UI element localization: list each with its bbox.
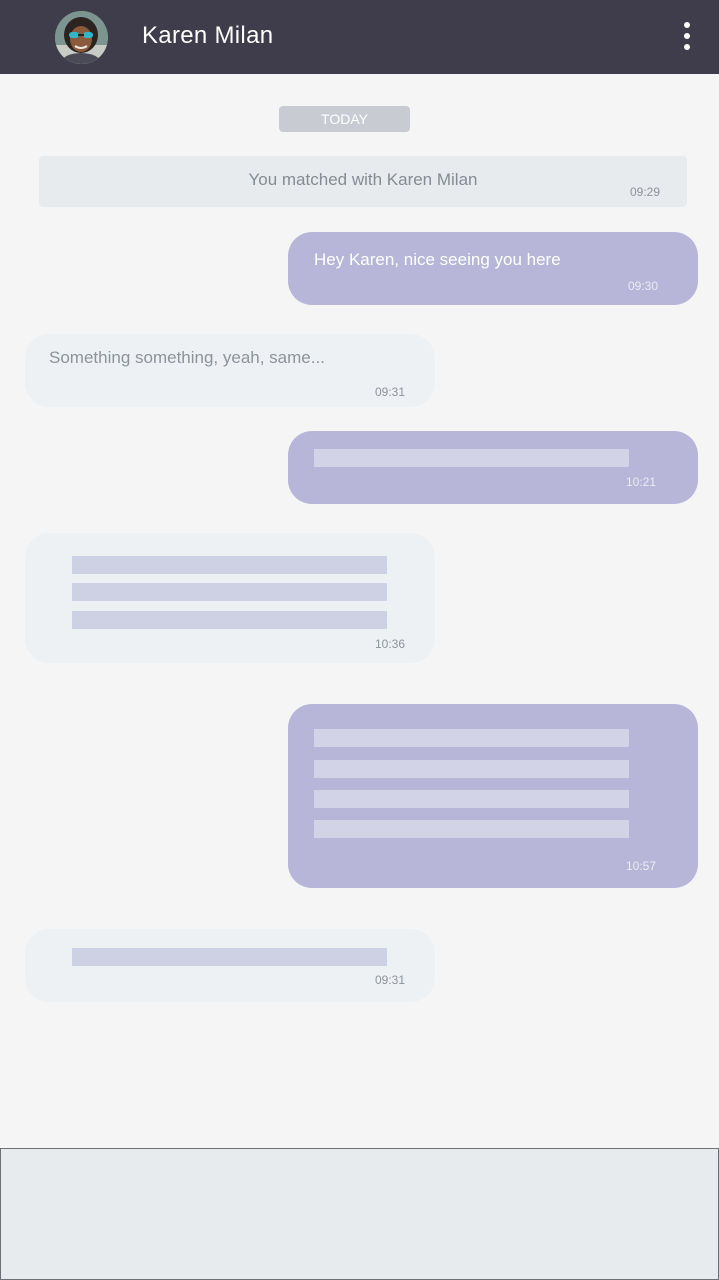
- chat-header: Karen Milan: [0, 0, 719, 74]
- incoming-message[interactable]: 09:31: [25, 929, 435, 1002]
- contact-avatar[interactable]: [55, 11, 108, 64]
- incoming-message[interactable]: 10:36: [25, 533, 435, 663]
- outgoing-message[interactable]: Hey Karen, nice seeing you here 09:30: [288, 232, 698, 305]
- avatar-photo-icon: [55, 11, 108, 64]
- contact-name: Karen Milan: [142, 22, 274, 49]
- outgoing-message[interactable]: 10:21: [288, 431, 698, 504]
- message-time: 10:57: [626, 859, 657, 873]
- message-placeholder-line: [72, 556, 387, 574]
- message-time: 09:30: [628, 279, 659, 293]
- message-composer[interactable]: [0, 1148, 719, 1280]
- more-options-icon[interactable]: [672, 16, 702, 56]
- match-notice-text: You matched with Karen Milan: [248, 170, 478, 189]
- menu-dot: [684, 44, 690, 50]
- incoming-message[interactable]: Something something, yeah, same... 09:31: [25, 334, 435, 407]
- menu-dot: [684, 22, 690, 28]
- date-separator: TODAY: [279, 106, 410, 132]
- message-placeholder-line: [314, 729, 629, 747]
- message-placeholder-line: [72, 948, 387, 966]
- message-time: 10:36: [375, 637, 406, 651]
- message-time: 09:31: [375, 385, 406, 399]
- message-placeholder-line: [72, 611, 387, 629]
- message-placeholder-line: [314, 760, 629, 778]
- message-placeholder-line: [72, 583, 387, 601]
- message-text: Something something, yeah, same...: [49, 348, 325, 367]
- message-placeholder-line: [314, 449, 629, 467]
- chat-screen: Karen Milan TODAY You matched with Karen…: [0, 0, 719, 1280]
- menu-dot: [684, 33, 690, 39]
- match-notice: You matched with Karen Milan 09:29: [39, 156, 687, 207]
- message-time: 10:21: [626, 475, 657, 489]
- outgoing-message[interactable]: 10:57: [288, 704, 698, 888]
- message-placeholder-line: [314, 820, 629, 838]
- message-text: Hey Karen, nice seeing you here: [314, 250, 561, 269]
- message-time: 09:31: [375, 973, 406, 987]
- message-placeholder-line: [314, 790, 629, 808]
- message-time: 09:29: [629, 185, 660, 199]
